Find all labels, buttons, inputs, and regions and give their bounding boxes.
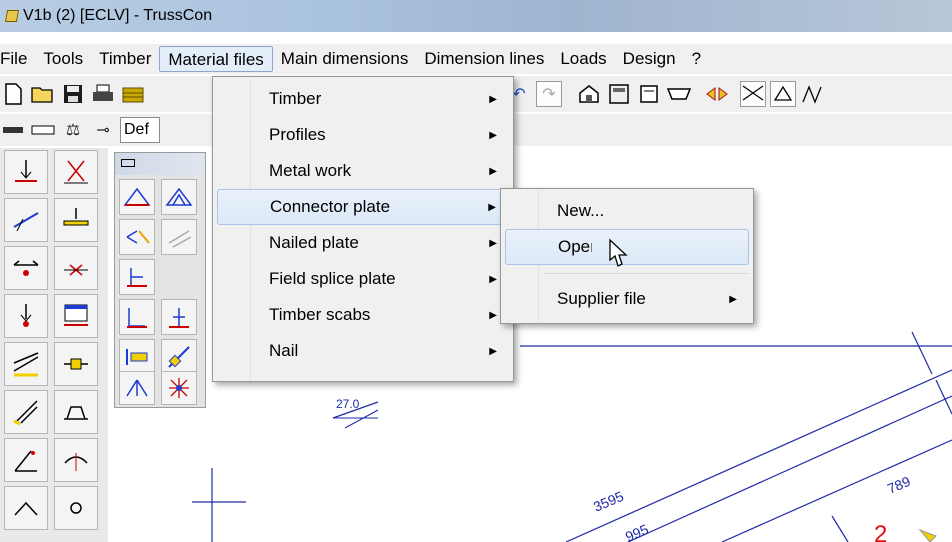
menu-item-field-splice-plate[interactable]: Field splice plate ▶ bbox=[217, 261, 509, 297]
angle-indicator-tick bbox=[344, 409, 379, 429]
menu-item-label: Supplier file bbox=[557, 289, 646, 308]
menu-loads[interactable]: Loads bbox=[552, 46, 614, 72]
dimension-label-3595: 3595 bbox=[591, 488, 626, 515]
dimension-tick-1 bbox=[911, 331, 933, 375]
menu-material-files[interactable]: Material files bbox=[159, 46, 273, 72]
menu-timber[interactable]: Timber bbox=[91, 46, 159, 72]
menu-item-label: Nailed plate bbox=[269, 233, 359, 252]
submenu-arrow-icon: ▶ bbox=[489, 309, 497, 321]
submenu-arrow-icon: ▶ bbox=[729, 293, 737, 305]
angle-label: 27.0 bbox=[336, 397, 360, 411]
submenu-arrow-icon: ▶ bbox=[488, 201, 496, 213]
dimension-tick-3 bbox=[831, 515, 849, 542]
menu-item-metal-work[interactable]: Metal work ▶ bbox=[217, 153, 509, 189]
submenu-arrow-icon: ▶ bbox=[489, 237, 497, 249]
tray-icon[interactable] bbox=[666, 81, 692, 107]
menu-item-label: Timber scabs bbox=[269, 305, 371, 324]
menu-dimension-lines[interactable]: Dimension lines bbox=[416, 46, 552, 72]
print-icon[interactable] bbox=[90, 81, 116, 107]
menu-design[interactable]: Design bbox=[615, 46, 684, 72]
symmetry-icon[interactable] bbox=[704, 81, 730, 107]
menu-item-profiles[interactable]: Profiles ▶ bbox=[217, 117, 509, 153]
submenu-arrow-icon: ▶ bbox=[489, 165, 497, 177]
submenu-arrow-icon: ▶ bbox=[489, 345, 497, 357]
timber-stack-icon[interactable] bbox=[120, 81, 146, 107]
material-files-menu: Timber ▶ Profiles ▶ Metal work ▶ Connect… bbox=[212, 76, 514, 382]
timber-outline-icon[interactable] bbox=[30, 117, 56, 143]
menu-item-supplier-file[interactable]: Supplier file ▶ bbox=[505, 281, 749, 317]
menu-bar: File Tools Timber Material files Main di… bbox=[0, 44, 952, 74]
menu-item-label: Timber bbox=[269, 89, 322, 108]
title-bar: V1b (2) [ECLV] - TrussCon bbox=[0, 0, 952, 32]
connector-icon[interactable]: ⊸ bbox=[90, 117, 116, 143]
menu-item-new[interactable]: New... bbox=[505, 193, 749, 229]
menu-file[interactable]: File bbox=[0, 46, 35, 72]
save-icon[interactable] bbox=[60, 81, 86, 107]
mouse-pointer-icon bbox=[609, 238, 628, 267]
menu-item-label: Metal work bbox=[269, 161, 352, 180]
document-icon[interactable] bbox=[636, 81, 662, 107]
scale-icon[interactable]: ⚖ bbox=[60, 117, 86, 143]
dimension-line-third bbox=[721, 439, 952, 542]
menu-item-nail[interactable]: Nail ▶ bbox=[217, 333, 509, 369]
app-icon bbox=[4, 10, 20, 22]
menu-item-connector-plate[interactable]: Connector plate ▶ bbox=[217, 189, 509, 225]
menu-item-label: New... bbox=[557, 201, 605, 220]
calculator-icon[interactable] bbox=[606, 81, 632, 107]
truss-node-icon[interactable] bbox=[740, 81, 766, 107]
new-file-icon[interactable] bbox=[0, 81, 26, 107]
truss-support-icon[interactable] bbox=[770, 81, 796, 107]
menu-item-nailed-plate[interactable]: Nailed plate ▶ bbox=[217, 225, 509, 261]
timber-piece-icon[interactable] bbox=[0, 117, 26, 143]
open-folder-icon[interactable] bbox=[30, 81, 56, 107]
node-marker-icon bbox=[918, 528, 937, 542]
node-number: 2 bbox=[874, 521, 887, 542]
menu-item-timber[interactable]: Timber ▶ bbox=[217, 81, 509, 117]
dimension-label-995: 995 bbox=[623, 521, 651, 542]
dimension-line-lower bbox=[627, 395, 952, 542]
redo-icon[interactable]: ↷ bbox=[536, 81, 562, 107]
truss-zigzag-icon[interactable] bbox=[800, 81, 826, 107]
window-title: V1b (2) [ECLV] - TrussCon bbox=[23, 7, 213, 24]
menu-main-dimensions[interactable]: Main dimensions bbox=[273, 46, 417, 72]
layer-combo[interactable]: Def bbox=[120, 117, 160, 143]
toolbar-right-group: ↶ ↷ bbox=[506, 81, 830, 107]
menu-item-label: Connector plate bbox=[270, 197, 391, 216]
house-icon[interactable] bbox=[576, 81, 602, 107]
dimension-line-upper bbox=[565, 369, 952, 542]
menu-item-label: Field splice plate bbox=[269, 269, 396, 288]
menu-item-timber-scabs[interactable]: Timber scabs ▶ bbox=[217, 297, 509, 333]
dimension-label-789: 789 bbox=[885, 473, 913, 497]
menu-item-label: Nail bbox=[269, 341, 299, 360]
submenu-arrow-icon: ▶ bbox=[489, 129, 497, 141]
submenu-arrow-icon: ▶ bbox=[489, 273, 497, 285]
menu-tools[interactable]: Tools bbox=[35, 46, 91, 72]
menu-help[interactable]: ? bbox=[684, 46, 709, 72]
menu-item-label: Profiles bbox=[269, 125, 326, 144]
submenu-arrow-icon: ▶ bbox=[489, 93, 497, 105]
menu-separator bbox=[545, 273, 749, 274]
